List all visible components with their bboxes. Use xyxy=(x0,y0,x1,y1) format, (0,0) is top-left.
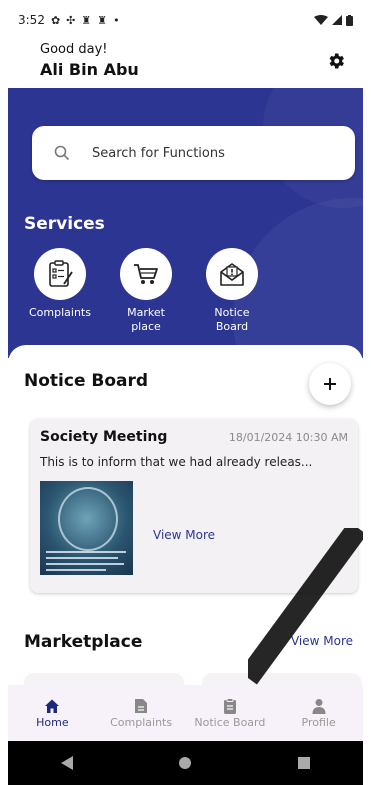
person-icon xyxy=(312,698,326,714)
header: Good day! Ali Bin Abu xyxy=(8,32,363,88)
notice-card[interactable]: Society Meeting 18/01/2024 10:30 AM This… xyxy=(30,419,358,593)
notice-board-title: Notice Board xyxy=(24,371,149,391)
status-time: 3:52 xyxy=(18,13,45,27)
notice-title: Society Meeting xyxy=(40,429,168,445)
notification-icon: ♜ xyxy=(81,13,92,27)
notification-icon: ✿ xyxy=(50,13,61,27)
service-label: Board xyxy=(215,320,249,333)
search-icon xyxy=(54,145,70,161)
envelope-alert-icon xyxy=(220,263,244,286)
hero-banner: Search for Functions Services Complaints… xyxy=(8,88,363,358)
clipboard-icon xyxy=(223,697,236,714)
add-notice-button[interactable] xyxy=(309,363,351,405)
back-triangle-icon xyxy=(61,756,74,770)
nav-label: Complaints xyxy=(110,715,173,729)
recents-square-icon xyxy=(297,757,310,769)
nav-home[interactable]: Home xyxy=(12,698,92,729)
service-label: Market xyxy=(127,306,165,319)
home-circle-icon xyxy=(179,757,192,769)
system-navigation-bar xyxy=(8,741,363,785)
service-label: Complaints xyxy=(29,306,91,319)
search-input[interactable]: Search for Functions xyxy=(32,126,355,180)
marketplace-title: Marketplace xyxy=(24,632,143,652)
battery-icon xyxy=(346,14,353,26)
status-bar: 3:52 ✿ ✣ ♜ ♜ • xyxy=(8,8,363,32)
system-home-button[interactable] xyxy=(165,748,205,778)
notice-view-more-link[interactable]: View More xyxy=(153,528,215,542)
nav-label: Notice Board xyxy=(194,715,266,729)
gear-icon xyxy=(329,53,344,69)
nav-notice-board[interactable]: Notice Board xyxy=(190,697,270,729)
home-icon xyxy=(45,699,60,713)
service-complaints[interactable]: Complaints xyxy=(24,248,96,334)
marketplace-view-more-link[interactable]: View More xyxy=(291,634,353,648)
greeting-text: Good day! xyxy=(40,42,108,57)
search-placeholder: Search for Functions xyxy=(92,145,225,161)
notice-thumbnail xyxy=(40,481,133,575)
nav-label: Profile xyxy=(301,715,336,729)
service-marketplace[interactable]: Market place xyxy=(110,248,182,334)
document-icon xyxy=(135,698,148,713)
shopping-cart-icon xyxy=(134,264,158,284)
content-panel: Notice Board Society Meeting 18/01/2024 … xyxy=(8,345,363,693)
user-name: Ali Bin Abu xyxy=(40,60,139,79)
notice-date: 18/01/2024 10:30 AM xyxy=(228,431,348,444)
services-list: Complaints Market place Notice Board xyxy=(24,248,268,334)
signal-icon xyxy=(332,15,342,25)
plus-icon xyxy=(324,378,336,390)
bottom-navigation: Home Complaints Notice Board Profile xyxy=(8,685,363,741)
service-notice-board[interactable]: Notice Board xyxy=(196,248,268,334)
nav-complaints[interactable]: Complaints xyxy=(101,698,181,729)
services-title: Services xyxy=(24,214,105,234)
notification-icon: ✣ xyxy=(66,13,76,27)
wifi-icon xyxy=(314,15,328,25)
notice-body: This is to inform that we had already re… xyxy=(40,455,313,469)
notification-dot-icon: • xyxy=(113,13,120,27)
phone-screen: 3:52 ✿ ✣ ♜ ♜ • Good day! Ali Bin Abu Sea… xyxy=(8,8,363,785)
service-label: Notice xyxy=(214,306,250,319)
settings-button[interactable] xyxy=(323,48,349,74)
system-recents-button[interactable] xyxy=(284,748,324,778)
notification-icon: ♜ xyxy=(97,13,108,27)
service-label: place xyxy=(131,320,161,333)
clipboard-checklist-icon xyxy=(49,260,73,287)
nav-profile[interactable]: Profile xyxy=(279,698,359,729)
nav-label: Home xyxy=(36,715,69,729)
system-back-button[interactable] xyxy=(47,748,87,778)
